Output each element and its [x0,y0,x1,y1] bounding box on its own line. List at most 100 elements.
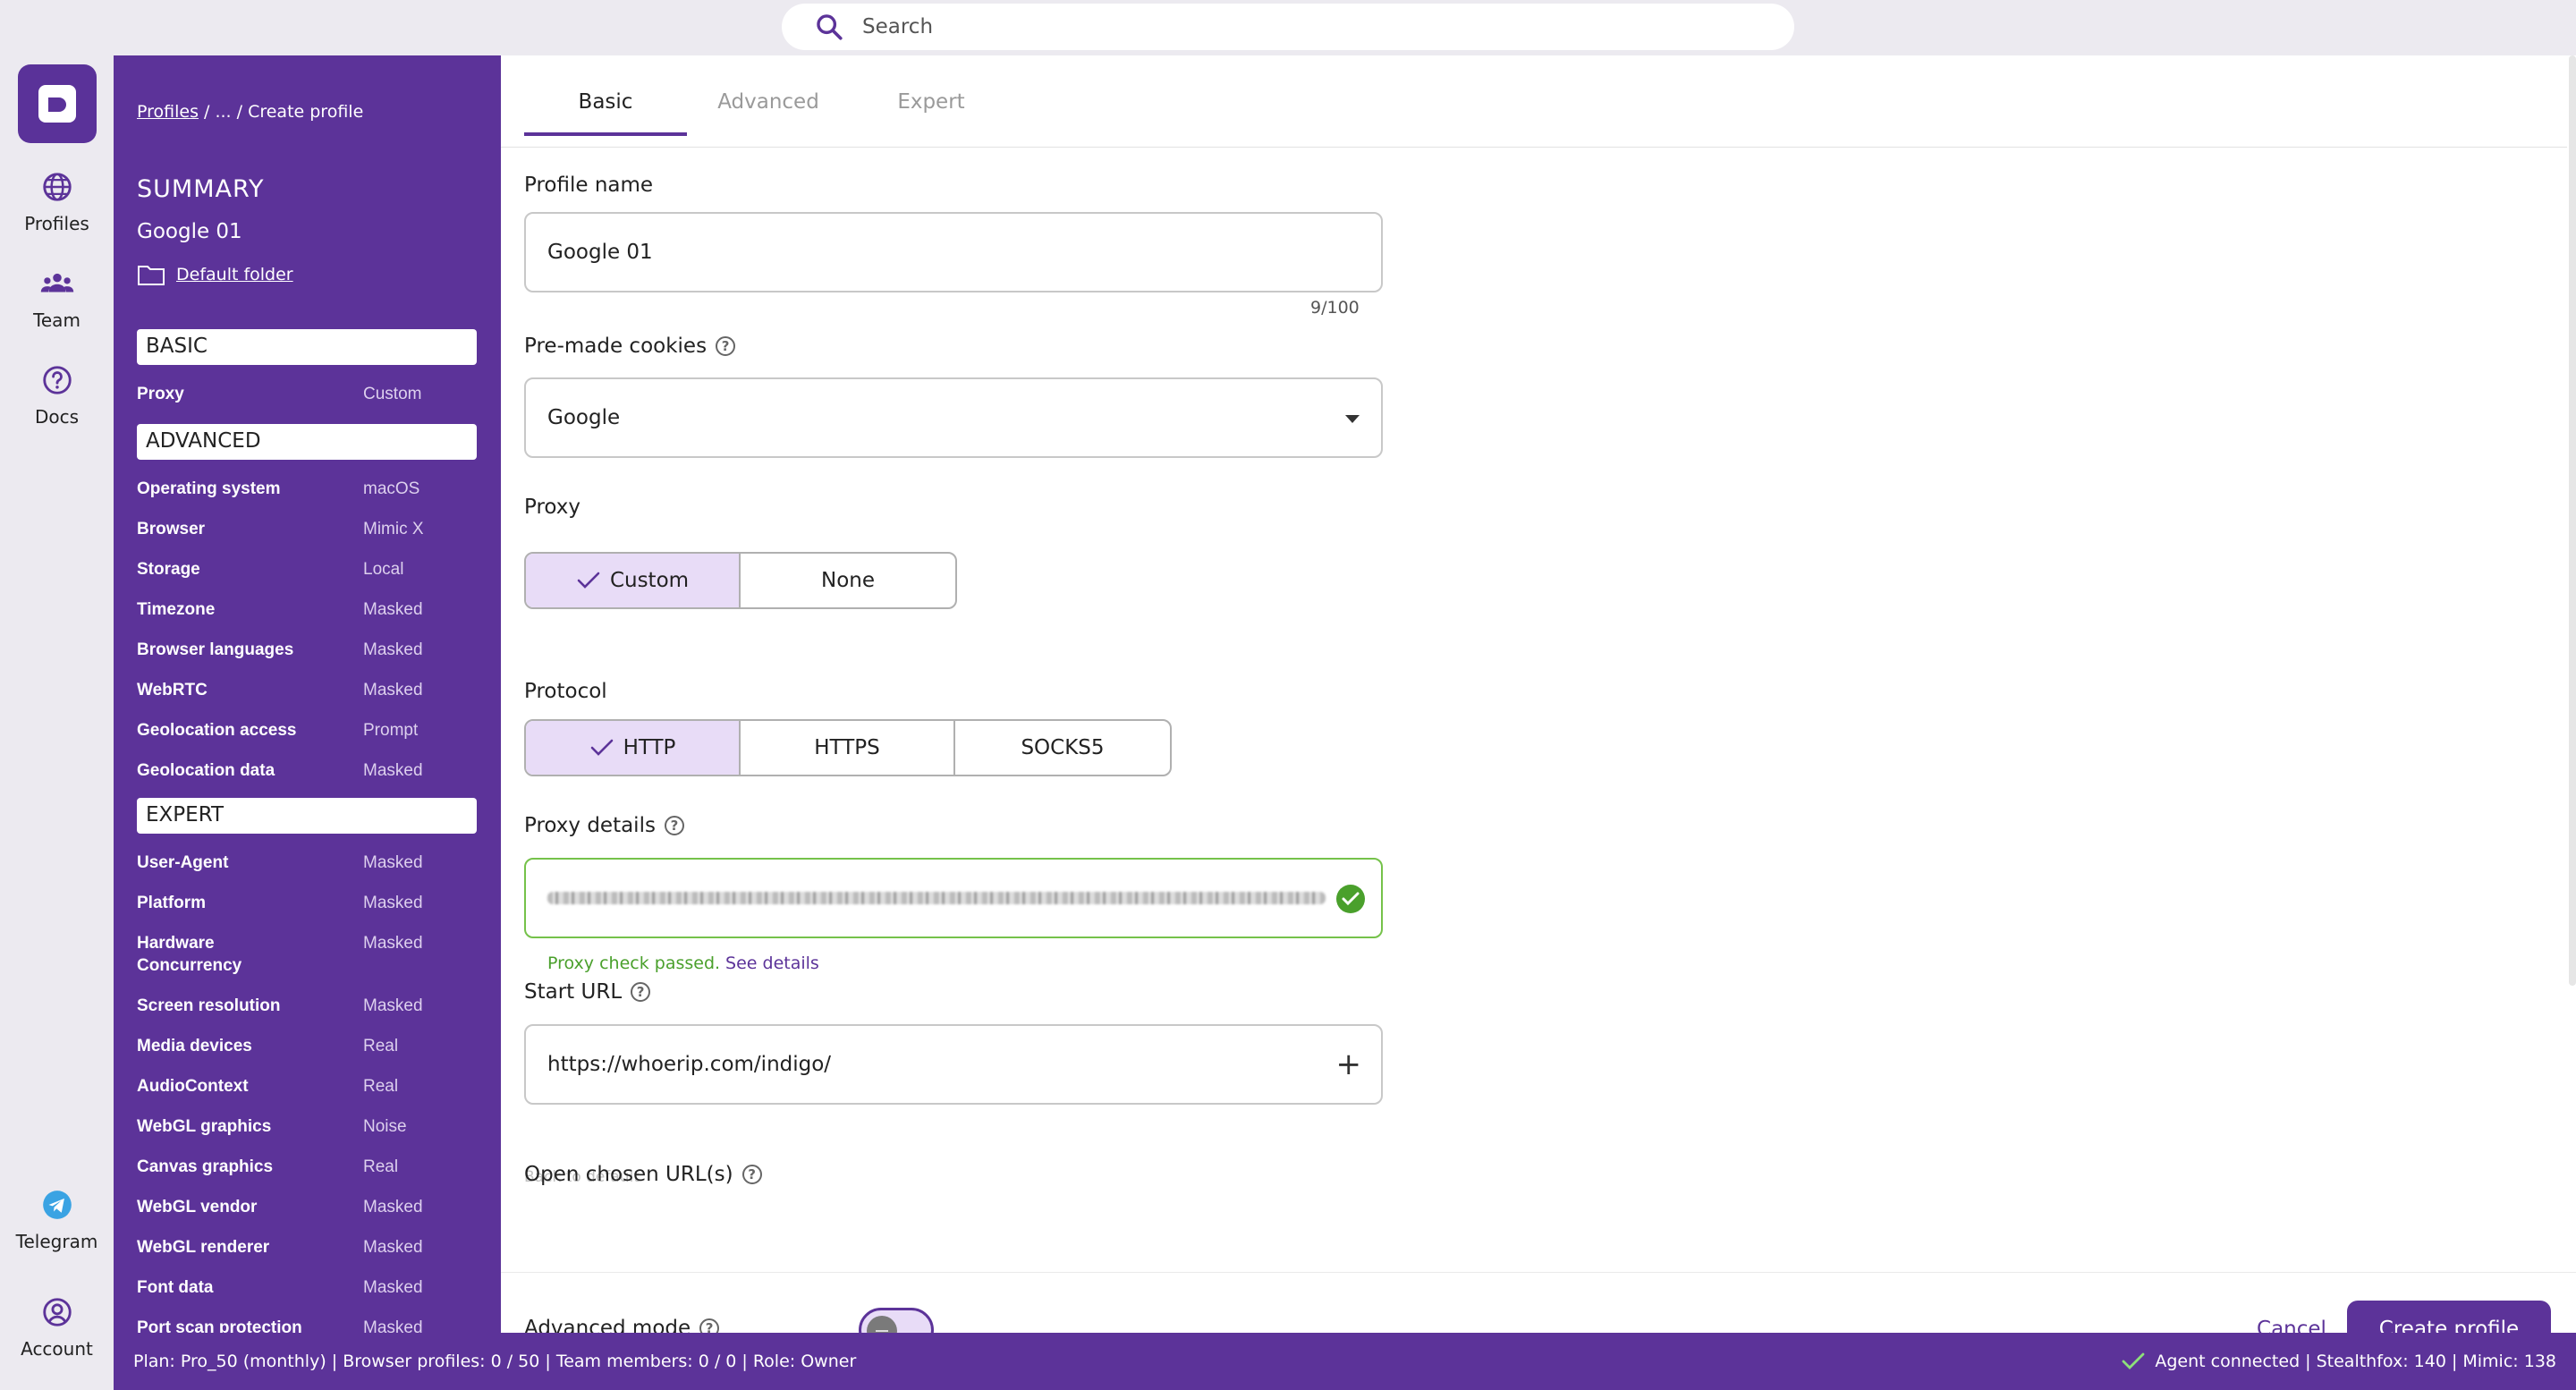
plus-icon[interactable]: + [1336,1049,1362,1080]
help-icon[interactable]: ? [664,816,684,835]
proxy-option-label: None [820,569,875,592]
summary-value: Mimic X [363,520,424,538]
help-icon[interactable]: ? [716,336,736,356]
profile-name-input[interactable]: Google 01 [524,212,1383,292]
summary-value: Prompt [363,721,419,740]
summary-value: Masked [363,934,423,953]
summary-value: Real [363,1037,399,1055]
team-icon [40,273,73,292]
top-bar: Search [0,0,2576,55]
start-url-value: https://whoerip.com/indigo/ [547,1053,832,1076]
breadcrumb-current: Create profile [248,102,364,122]
rail-label-team: Team [33,309,80,331]
proxy-details-input[interactable] [524,858,1383,938]
summary-key: Proxy [137,385,184,403]
plan-info: Plan: Pro_50 (monthly) | Browser profile… [133,1352,857,1371]
proxy-option-custom[interactable]: Custom [526,554,741,607]
summary-value: Custom [363,385,422,403]
left-rail: Profiles Team Docs Telegram Account [0,55,114,1390]
proxy-toggle-group: Custom None [524,552,957,609]
proxy-details-label: Proxy details? [524,814,684,837]
summary-key: Font data [137,1278,214,1297]
rail-item-telegram[interactable]: Telegram [0,1188,114,1252]
summary-key: Hardware Concurrency [137,934,242,975]
folder-icon [138,266,165,285]
summary-key: WebGL vendor [137,1198,258,1216]
cookies-label: Pre-made cookies? [524,335,736,358]
help-icon[interactable]: ? [631,982,651,1002]
summary-key: WebRTC [137,681,208,699]
rail-item-account[interactable]: Account [0,1295,114,1360]
cookies-select[interactable]: Google [524,377,1383,458]
summary-value: Masked [363,996,423,1015]
summary-key: Browser [137,520,206,538]
summary-key: Canvas graphics [137,1157,274,1176]
app-logo[interactable] [18,64,97,143]
profile-name-label-text: Profile name [524,174,654,197]
protocol-option-label: HTTPS [814,736,880,759]
summary-value: Masked [363,1238,423,1257]
summary-key: User-Agent [137,853,229,872]
status-bar: Plan: Pro_50 (monthly) | Browser profile… [114,1333,2576,1390]
search-placeholder: Search [862,15,934,38]
summary-value: Masked [363,1198,423,1216]
protocol-option-label: HTTP [623,736,676,759]
start-url-label: Start URL? [524,980,651,1004]
tab-expert[interactable]: Expert [850,77,1013,136]
summary-key: Port scan protection [137,1318,302,1333]
folder-link[interactable]: Default folder [137,263,293,286]
protocol-label-text: Protocol [524,680,607,703]
summary-value: Masked [363,1318,423,1333]
checkmark-icon [577,572,600,589]
help-icon[interactable]: ? [741,1165,762,1184]
summary-key: Operating system [137,479,281,498]
vertical-scrollbar[interactable] [2569,55,2576,986]
rail-label-account: Account [21,1338,93,1360]
checkmark-icon [590,739,613,756]
breadcrumb-separator: / ... / [198,102,249,122]
protocol-option-https[interactable]: HTTPS [741,721,955,775]
summary-key: WebGL renderer [137,1238,270,1257]
tab-advanced[interactable]: Advanced [687,77,850,136]
proxy-option-none[interactable]: None [741,554,955,607]
start-url-input[interactable]: https://whoerip.com/indigo/ + [524,1024,1383,1105]
summary-key: WebGL graphics [137,1117,272,1136]
breadcrumb-profiles-link[interactable]: Profiles [137,102,199,122]
summary-value: Masked [363,600,423,619]
protocol-option-http[interactable]: HTTP [526,721,741,775]
protocol-toggle-group: HTTP HTTPS SOCKS5 [524,719,1172,776]
summary-title: SUMMARY [137,175,265,203]
summary-key: Screen resolution [137,996,281,1015]
summary-value: Masked [363,853,423,872]
tab-basic[interactable]: Basic [524,77,687,136]
search-bar[interactable]: Search [782,4,1794,50]
dropdown-caret-icon [1345,415,1360,423]
rail-item-profiles[interactable]: Profiles [0,170,114,234]
breadcrumb: Profiles / ... / Create profile [137,102,363,122]
proxy-label-text: Proxy [524,496,581,519]
account-icon [42,1298,72,1326]
rail-item-docs[interactable]: Docs [0,363,114,428]
summary-value: Masked [363,894,423,912]
folder-label: Default folder [176,265,293,284]
summary-key: Platform [137,894,207,912]
profile-name-counter: 9/100 [1310,298,1360,318]
summary-key: Geolocation access [137,721,297,740]
summary-section-expert: EXPERT [137,798,477,834]
summary-key: Media devices [137,1037,252,1055]
summary-section-basic: BASIC [137,329,477,365]
summary-value: Noise [363,1117,407,1136]
agent-status: Agent connected | Stealthfox: 140 | Mimi… [2121,1352,2556,1371]
proxy-details-redacted [547,892,1326,904]
search-icon [817,14,843,40]
footer-divider [501,1272,2576,1273]
protocol-option-socks5[interactable]: SOCKS5 [955,721,1170,775]
tabs-divider [501,147,2567,148]
checkmark-icon [2122,1352,2145,1369]
see-details-link[interactable]: See details [725,954,819,973]
telegram-icon [42,1191,72,1219]
check-circle-icon [1336,885,1365,913]
rail-item-team[interactable]: Team [0,267,114,331]
summary-value: Local [363,560,404,579]
summary-value: Masked [363,761,423,780]
